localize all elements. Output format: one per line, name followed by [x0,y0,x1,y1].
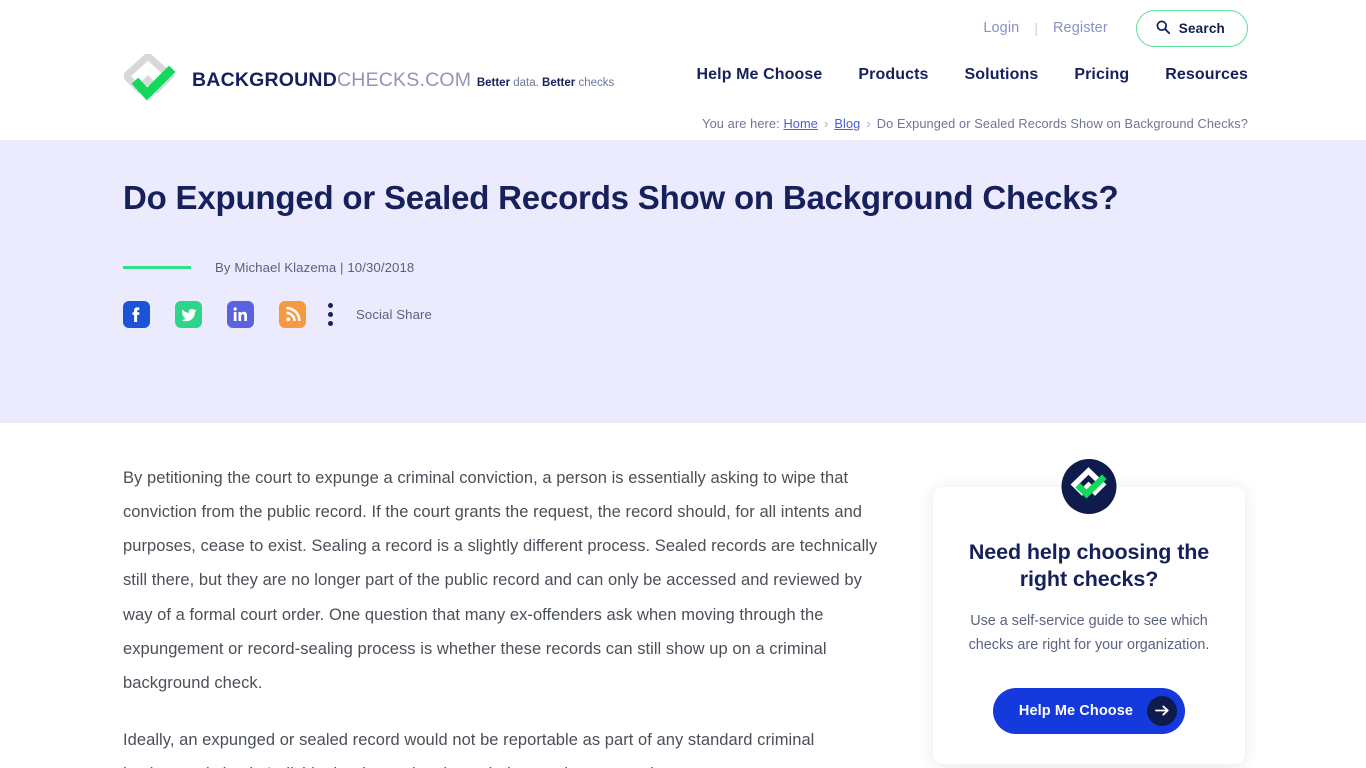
rss-share-icon[interactable] [279,300,306,328]
breadcrumb-blog-link[interactable]: Blog [834,116,860,131]
nav-item-resources[interactable]: Resources [1165,66,1248,84]
brand-name-light: CHECKS.COM [337,69,472,91]
brand-name-bold: BACKGROUND [192,69,337,91]
tagline-bold-1: Better [476,77,511,89]
twitter-share-icon[interactable] [175,300,202,328]
brand-text: BACKGROUNDCHECKS.COM Better data. Better… [192,69,614,91]
tagline-light-1: data. [510,77,543,89]
breadcrumb-caret-2: › [866,116,871,131]
byline-text: By Michael Klazema | 10/30/2018 [215,259,415,275]
brand-name: BACKGROUNDCHECKS.COM [192,69,477,91]
cta-title: Need help choosing the right checks? [968,540,1210,592]
help-me-choose-button[interactable]: Help Me Choose [992,687,1186,734]
byline-accent-rule [123,265,191,269]
brand-diamond-check-icon [1061,459,1117,514]
breadcrumb-current: Do Expunged or Sealed Records Show on Ba… [876,116,1248,131]
register-link[interactable]: Register [1053,20,1108,36]
breadcrumb-caret-1: › [823,116,829,131]
cta-subtitle: Use a self-service guide to see which ch… [968,613,1210,653]
help-me-choose-card: Need help choosing the right checks? Use… [933,459,1245,764]
nav-item-products[interactable]: Products [858,66,928,84]
nav-item-pricing[interactable]: Pricing [1074,66,1129,84]
sidebar: Need help choosing the right checks? Use… [933,459,1245,768]
main-navigation: Help Me Choose Products Solutions Pricin… [697,66,1249,84]
utility-separator: | [1034,20,1038,36]
breadcrumb: You are here: Home › Blog › Do Expunged or S… [702,116,1248,131]
site-logo[interactable]: BACKGROUNDCHECKS.COM Better data. Better… [120,51,614,106]
utility-bar: Login | Register Search [983,0,1366,56]
nav-item-help-me-choose[interactable]: Help Me Choose [697,66,823,84]
breadcrumb-lead: You are here: [702,116,780,131]
login-link[interactable]: Login [983,20,1019,36]
social-share-label: Social Share [356,306,432,322]
search-button-label: Search [1178,20,1225,36]
article-paragraph-2: Ideally, an expunged or sealed record wo… [123,730,815,768]
article-paragraph-1: By petitioning the court to expunge a cr… [123,469,878,692]
kebab-menu-icon[interactable] [328,302,333,326]
tagline-bold-2: Better [542,77,576,89]
page-title: Do Expunged or Sealed Records Show on Ba… [123,179,1119,216]
article-body: By petitioning the court to expunge a cr… [123,461,883,768]
breadcrumb-home-link[interactable]: Home [783,116,818,131]
brand-tagline: Better data. Better checks [477,77,614,89]
kebab-dot-2 [328,311,333,317]
search-icon [1156,20,1170,37]
content-section: By petitioning the court to expunge a cr… [0,423,1366,768]
tagline-light-2: checks [575,77,615,89]
social-share-row: Social Share [123,300,1243,328]
byline: By Michael Klazema | 10/30/2018 [123,260,1243,275]
facebook-share-icon[interactable] [123,300,150,328]
kebab-dot-1 [328,302,333,308]
site-header: Login | Register Search BACKGROUNDCHECKS… [0,0,1366,140]
kebab-dot-3 [328,320,333,326]
search-button[interactable]: Search [1135,9,1248,47]
linkedin-share-icon[interactable] [227,300,254,328]
hero-section: Do Expunged or Sealed Records Show on Ba… [0,140,1366,423]
help-me-choose-button-label: Help Me Choose [1018,702,1134,719]
arrow-right-icon [1147,695,1178,726]
nav-item-solutions[interactable]: Solutions [965,66,1039,84]
brand-diamond-check-icon [120,51,180,106]
